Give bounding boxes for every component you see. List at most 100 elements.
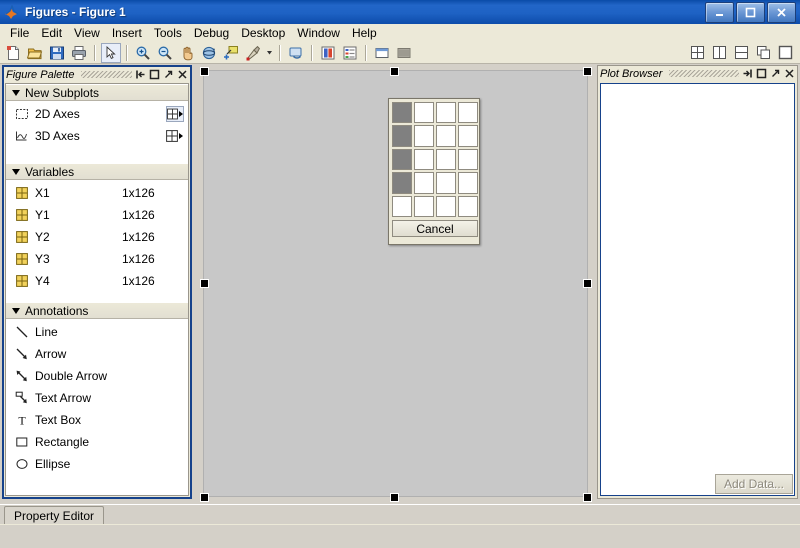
subplot-grid-dropdown-3d[interactable] [166,128,184,144]
dock-arrow-icon[interactable] [135,69,146,80]
tile-grid-icon[interactable] [687,43,707,63]
tab-property-editor[interactable]: Property Editor [4,506,104,524]
single-pane-icon[interactable] [775,43,795,63]
menu-tools[interactable]: Tools [148,25,188,42]
grid-cell-r3c2[interactable] [414,149,434,170]
menu-desktop[interactable]: Desktop [235,25,291,42]
tile-vertical-icon[interactable] [709,43,729,63]
grid-cell-r2c4[interactable] [458,125,478,146]
grid-cell-r5c4[interactable] [458,196,478,217]
section-variables[interactable]: Variables [6,163,188,180]
hide-plot-tools-icon[interactable] [372,43,392,63]
selection-handle-top-center[interactable] [390,67,399,76]
figure-canvas-area[interactable]: Cancel [195,65,595,499]
annotation-text-arrow[interactable]: Text Arrow [6,387,188,409]
save-figure-icon[interactable] [47,43,67,63]
tile-horizontal-icon[interactable] [731,43,751,63]
annotation-text-box[interactable]: T Text Box [6,409,188,431]
menu-edit[interactable]: Edit [35,25,68,42]
selection-handle-top-right[interactable] [583,67,592,76]
add-data-button[interactable]: Add Data... [715,474,793,494]
data-cursor-icon[interactable] [221,43,241,63]
pointer-arrow-icon[interactable] [101,43,121,63]
print-figure-icon[interactable] [69,43,89,63]
grid-cell-r1c2[interactable] [414,102,434,123]
grid-cell-r4c4[interactable] [458,172,478,193]
menu-file[interactable]: File [4,25,35,42]
variable-row-x1[interactable]: X1 1x126 [6,182,188,204]
open-file-icon[interactable] [25,43,45,63]
palette-item-2d-axes[interactable]: 2D Axes [6,103,188,125]
zoom-in-icon[interactable] [133,43,153,63]
grid-cell-r1c1[interactable] [392,102,412,123]
pan-hand-icon[interactable] [177,43,197,63]
grid-cell-r4c1[interactable] [392,172,412,193]
cascade-icon[interactable] [753,43,773,63]
menu-help[interactable]: Help [346,25,383,42]
plot-browser-list[interactable] [600,83,795,496]
panel-close-icon[interactable] [177,69,188,80]
grid-cell-r3c1[interactable] [392,149,412,170]
annotation-rectangle[interactable]: Rectangle [6,431,188,453]
colorbar-icon[interactable] [318,43,338,63]
variable-row-y4[interactable]: Y4 1x126 [6,270,188,292]
subplot-grid-cancel-button[interactable]: Cancel [392,220,478,237]
zoom-out-icon[interactable] [155,43,175,63]
panel-undock-icon[interactable] [163,69,174,80]
menu-debug[interactable]: Debug [188,25,235,42]
annotation-double-arrow[interactable]: Double Arrow [6,365,188,387]
panel-close-icon[interactable] [784,68,795,79]
panel-maximize-icon[interactable] [756,68,767,79]
section-new-subplots[interactable]: New Subplots [6,84,188,101]
variable-row-y3[interactable]: Y3 1x126 [6,248,188,270]
subplot-grid-picker[interactable]: Cancel [388,98,480,245]
menu-window[interactable]: Window [291,25,346,42]
subplot-grid-dropdown-2d[interactable] [166,106,184,122]
annotation-arrow[interactable]: Arrow [6,343,188,365]
grid-cell-r4c2[interactable] [414,172,434,193]
annotations-list: Line Arrow [6,319,188,477]
annotation-ellipse[interactable]: Ellipse [6,453,188,475]
palette-item-3d-axes[interactable]: 3D Axes [6,125,188,147]
grid-cell-r1c3[interactable] [436,102,456,123]
panel-drag-grip[interactable] [669,70,739,77]
selection-handle-bottom-center[interactable] [390,493,399,502]
grid-cell-r5c1[interactable] [392,196,412,217]
minimize-button[interactable] [705,2,734,23]
rotate-3d-icon[interactable] [199,43,219,63]
link-plot-icon[interactable] [286,43,306,63]
selection-handle-bottom-left[interactable] [200,493,209,502]
grid-cell-r2c2[interactable] [414,125,434,146]
panel-drag-grip[interactable] [81,71,132,78]
section-annotations[interactable]: Annotations [6,302,188,319]
variable-row-y1[interactable]: Y1 1x126 [6,204,188,226]
grid-cell-r5c3[interactable] [436,196,456,217]
grid-cell-r4c3[interactable] [436,172,456,193]
show-plot-tools-icon[interactable] [394,43,414,63]
selection-handle-bottom-right[interactable] [583,493,592,502]
close-button[interactable] [767,2,796,23]
annotation-line[interactable]: Line [6,321,188,343]
variables-list: X1 1x126 Y1 1x126 [6,180,188,302]
brush-icon[interactable] [243,43,263,63]
legend-icon[interactable] [340,43,360,63]
brush-dropdown-icon[interactable] [265,43,274,63]
menu-insert[interactable]: Insert [106,25,148,42]
menu-view[interactable]: View [68,25,106,42]
selection-handle-top-left[interactable] [200,67,209,76]
grid-cell-r1c4[interactable] [458,102,478,123]
grid-cell-r3c4[interactable] [458,149,478,170]
panel-maximize-icon[interactable] [149,69,160,80]
selection-handle-middle-left[interactable] [200,279,209,288]
grid-cell-r2c1[interactable] [392,125,412,146]
variable-row-y2[interactable]: Y2 1x126 [6,226,188,248]
maximize-button[interactable] [736,2,765,23]
panel-undock-icon[interactable] [770,68,781,79]
new-figure-icon[interactable] [3,43,23,63]
grid-cell-r3c3[interactable] [436,149,456,170]
subplot-grid-cells[interactable] [392,102,478,217]
grid-cell-r2c3[interactable] [436,125,456,146]
selection-handle-middle-right[interactable] [583,279,592,288]
grid-cell-r5c2[interactable] [414,196,434,217]
dock-arrow-icon[interactable] [742,68,753,79]
